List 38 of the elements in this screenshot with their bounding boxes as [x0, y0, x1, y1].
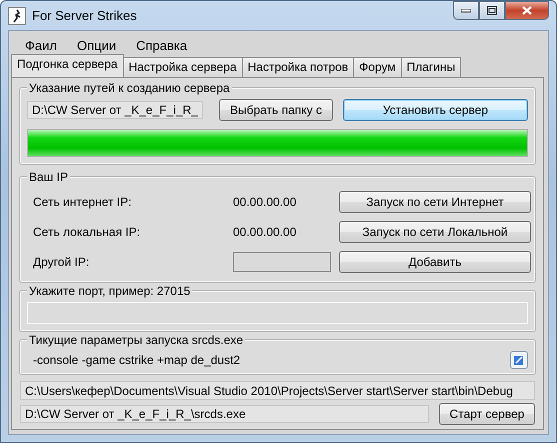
action-button[interactable]: Запуск по сети Локальной	[339, 221, 531, 243]
close-button[interactable]	[505, 1, 549, 20]
edit-icon[interactable]	[510, 351, 528, 369]
group-title: Укажите порт, пример: 27015	[27, 284, 192, 298]
install-button[interactable]: Установить сервер	[342, 99, 528, 121]
action-button[interactable]: Запуск по сети Интернет	[339, 191, 531, 213]
tab[interactable]: Настройка потров	[242, 57, 354, 77]
ip-value: 00.00.00.00	[233, 225, 298, 239]
maximize-icon	[487, 6, 497, 15]
menu-item[interactable]: Справка	[128, 36, 196, 54]
menu-item[interactable]: Фаил	[17, 36, 65, 54]
launch-parameters: -console -game cstrike +map de_dust2	[32, 353, 240, 367]
menu-item[interactable]: Опции	[68, 36, 124, 54]
tab[interactable]: Плагины	[400, 57, 462, 77]
group-title: Ваш IP	[27, 170, 70, 184]
window-title: For Server Strikes	[32, 8, 138, 23]
ip-input[interactable]	[233, 252, 331, 272]
minimize-icon	[461, 8, 471, 12]
browse-button[interactable]: Выбрать папку с	[218, 99, 333, 121]
close-icon	[522, 6, 532, 15]
start-server-button[interactable]: Старт сервер	[439, 403, 535, 425]
action-button[interactable]: Добавить	[339, 251, 531, 273]
tab[interactable]: Форум	[353, 57, 402, 77]
tab[interactable]: Подгонка сервера	[11, 54, 124, 77]
group-title: Тикущие параметры запуска srcds.exe	[27, 333, 246, 347]
field-label: Сеть интернет IP:	[32, 195, 132, 209]
ip-value: 00.00.00.00	[233, 195, 298, 209]
app-icon	[8, 6, 26, 24]
field-label: Сеть локальная IP:	[32, 225, 142, 239]
path-field[interactable]: D:\CW Server от _K_e_F_i_R_	[27, 101, 203, 119]
maximize-button[interactable]	[479, 1, 505, 20]
minimize-button[interactable]	[453, 1, 479, 20]
port-input[interactable]	[27, 302, 528, 324]
working-directory-field[interactable]: C:\Users\кефер\Documents\Visual Studio 2010\Projects\Server start\Server start\bin\Debug	[20, 381, 535, 400]
exe-path-field[interactable]: D:\CW Server от _K_e_F_i_R_\srcds.exe	[20, 405, 429, 423]
tab[interactable]: Настройка сервера	[122, 57, 243, 77]
group-title: Указание путей к созданию сервера	[27, 81, 232, 95]
field-label: Другой IP:	[32, 255, 90, 269]
